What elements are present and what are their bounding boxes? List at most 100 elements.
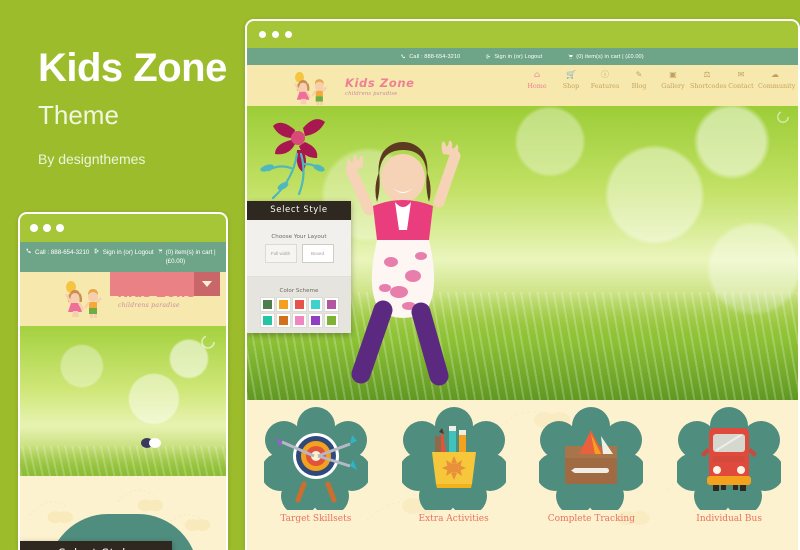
window-dot-2[interactable] xyxy=(272,31,279,38)
brand-name-big: Kids Zone xyxy=(345,76,415,90)
brand-tagline-small: childrens paradise xyxy=(118,301,180,309)
dropdown-small[interactable] xyxy=(110,271,220,296)
window-dot-3[interactable] xyxy=(56,224,64,232)
nav-label-features: Features xyxy=(590,82,620,90)
color-swatch-r1-3[interactable] xyxy=(292,298,306,311)
nav-item-features[interactable]: ⓘ Features xyxy=(588,70,622,91)
main-navigation: ⌂ Home 🛒 Shop ⓘ Features ✎ Blog ▣ Galler… xyxy=(520,70,796,91)
select-style-panel-big[interactable]: Select Style Choose Your Layout Full wid… xyxy=(247,201,351,333)
feature-cards: Target Skillsets Extra Activities Comple… xyxy=(247,406,798,524)
nav-item-blog[interactable]: ✎ Blog xyxy=(622,70,656,91)
layout-options-big: Full width Boxed xyxy=(247,244,351,270)
select-style-body-big: Choose Your Layout Full width Boxed xyxy=(247,220,351,276)
login-icon xyxy=(94,248,99,254)
tablet-preview-window: Call : 888-654-3210 Sign in (or) Logout … xyxy=(18,212,228,550)
account-link-big[interactable]: Sign in (or) Logout xyxy=(486,54,542,60)
color-scheme-section-big: Color Scheme xyxy=(247,276,351,333)
features-strip-small xyxy=(20,476,226,550)
account-label-small: Sign in (or) Logout xyxy=(102,249,154,256)
window-dot-3[interactable] xyxy=(285,31,292,38)
feature-card-individual-bus[interactable]: Individual Bus xyxy=(660,406,798,524)
site-header-small: Kids Zone childrens paradise xyxy=(20,271,226,326)
swatch-row-2-big xyxy=(247,314,351,327)
cart-icon: 🛒 xyxy=(566,70,576,79)
cart-label-big: (0) item(s) in cart | (£0.00) xyxy=(576,53,644,60)
cart-icon xyxy=(157,248,163,254)
nav-label-contact: Contact xyxy=(728,82,754,90)
envelope-icon: ✉ xyxy=(737,70,745,79)
cart-label-small: (0) item(s) in cart | (£0.00) xyxy=(165,249,216,266)
cart-link-big[interactable]: (0) item(s) in cart | (£0.00) xyxy=(568,53,644,60)
window-dot-1[interactable] xyxy=(259,31,266,38)
cart-link-small[interactable]: (0) item(s) in cart | (£0.00) xyxy=(157,248,220,267)
select-style-title-small: Select Style xyxy=(20,541,172,550)
feature-blob xyxy=(674,406,785,515)
color-swatch-r2-4[interactable] xyxy=(308,314,322,327)
color-swatch-r2-3[interactable] xyxy=(292,314,306,327)
site-header-big: Kids Zone childrens paradise ⌂ Home 🛒 Sh… xyxy=(247,65,798,106)
phone-link-small[interactable]: Call : 888-654-3210 xyxy=(26,248,89,257)
color-swatch-r1-5[interactable] xyxy=(324,298,338,311)
nav-item-home[interactable]: ⌂ Home xyxy=(520,71,554,91)
color-swatch-r2-2[interactable] xyxy=(276,314,290,327)
window-dot-1[interactable] xyxy=(30,224,38,232)
account-label-big: Sign in (or) Logout xyxy=(494,53,543,60)
features-section: Target Skillsets Extra Activities Comple… xyxy=(247,400,798,550)
color-swatch-r1-2[interactable] xyxy=(276,298,290,311)
phone-label-small: Call : 888-654-3210 xyxy=(35,249,90,256)
two-kids-with-balloon-icon xyxy=(64,280,102,318)
feature-label-individual-bus: Individual Bus xyxy=(696,514,762,524)
select-style-title-big: Select Style xyxy=(247,201,351,220)
dropdown-field-small[interactable] xyxy=(110,271,194,296)
nav-label-home: Home xyxy=(527,82,547,90)
phone-label-big: Call : 888-654-3210 xyxy=(409,53,461,60)
phone-link-big[interactable]: Call : 888-654-3210 xyxy=(401,54,460,60)
nav-label-blog: Blog xyxy=(631,82,647,90)
pencil-icon: ✎ xyxy=(635,70,643,79)
color-label-big: Color Scheme xyxy=(279,288,319,294)
layout-label-big: Choose Your Layout xyxy=(271,234,327,240)
pencil-cup-icon xyxy=(398,407,509,515)
feature-card-target-skillsets[interactable]: Target Skillsets xyxy=(247,406,385,524)
color-swatch-r1-4[interactable] xyxy=(308,298,322,311)
nav-item-community[interactable]: ☁ Community xyxy=(758,71,796,91)
dropdown-toggle-small[interactable] xyxy=(194,271,220,296)
nav-item-shortcodes[interactable]: ⚖ Shortcodes xyxy=(690,71,727,91)
nav-item-shop[interactable]: 🛒 Shop xyxy=(554,70,588,91)
login-icon xyxy=(486,54,491,59)
color-swatch-r2-1[interactable] xyxy=(260,314,274,327)
account-link-small[interactable]: Sign in (or) Logout xyxy=(94,248,154,257)
loading-spinner-icon xyxy=(777,111,789,123)
feature-card-complete-tracking[interactable]: Complete Tracking xyxy=(523,406,661,524)
nav-label-shortcodes: Shortcodes xyxy=(690,82,727,90)
layout-option-full-width-big[interactable]: Full width xyxy=(264,244,297,263)
color-swatch-r2-5[interactable] xyxy=(324,314,338,327)
utility-bar-big: Call : 888-654-3210 Sign in (or) Logout … xyxy=(247,48,798,65)
nav-item-contact[interactable]: ✉ Contact xyxy=(724,70,758,91)
window-title-bar-big xyxy=(247,21,798,48)
feature-blob xyxy=(398,406,509,515)
window-controls-small xyxy=(30,224,64,232)
image-icon: ▣ xyxy=(669,70,677,79)
butterfly-icon xyxy=(141,437,161,448)
swatch-row-1-big xyxy=(247,298,351,311)
window-controls-big xyxy=(259,31,292,38)
utility-bar-small: Call : 888-654-3210 Sign in (or) Logout … xyxy=(20,242,226,272)
dartboard-icon xyxy=(260,407,371,515)
nav-item-gallery[interactable]: ▣ Gallery xyxy=(656,70,690,91)
layout-option-boxed-big[interactable]: Boxed xyxy=(301,244,334,263)
nav-label-community: Community xyxy=(758,82,796,90)
file-drawer-icon xyxy=(536,407,647,515)
feature-blob xyxy=(536,406,647,515)
feature-card-extra-activities[interactable]: Extra Activities xyxy=(385,406,523,524)
school-bus-icon xyxy=(674,407,785,515)
promo-subtitle: Theme xyxy=(38,100,119,130)
phone-icon xyxy=(26,248,31,253)
info-icon: ⓘ xyxy=(601,70,609,79)
feature-label-complete-tracking: Complete Tracking xyxy=(547,514,635,524)
color-swatch-r1-1[interactable] xyxy=(260,298,274,311)
select-style-panel-small[interactable]: Select Style Choose Your Layout Full wid… xyxy=(20,541,172,550)
hero-big: Select Style Choose Your Layout Full wid… xyxy=(247,106,798,402)
window-dot-2[interactable] xyxy=(43,224,51,232)
promo-block: Kids Zone Theme By designthemes xyxy=(38,48,238,167)
